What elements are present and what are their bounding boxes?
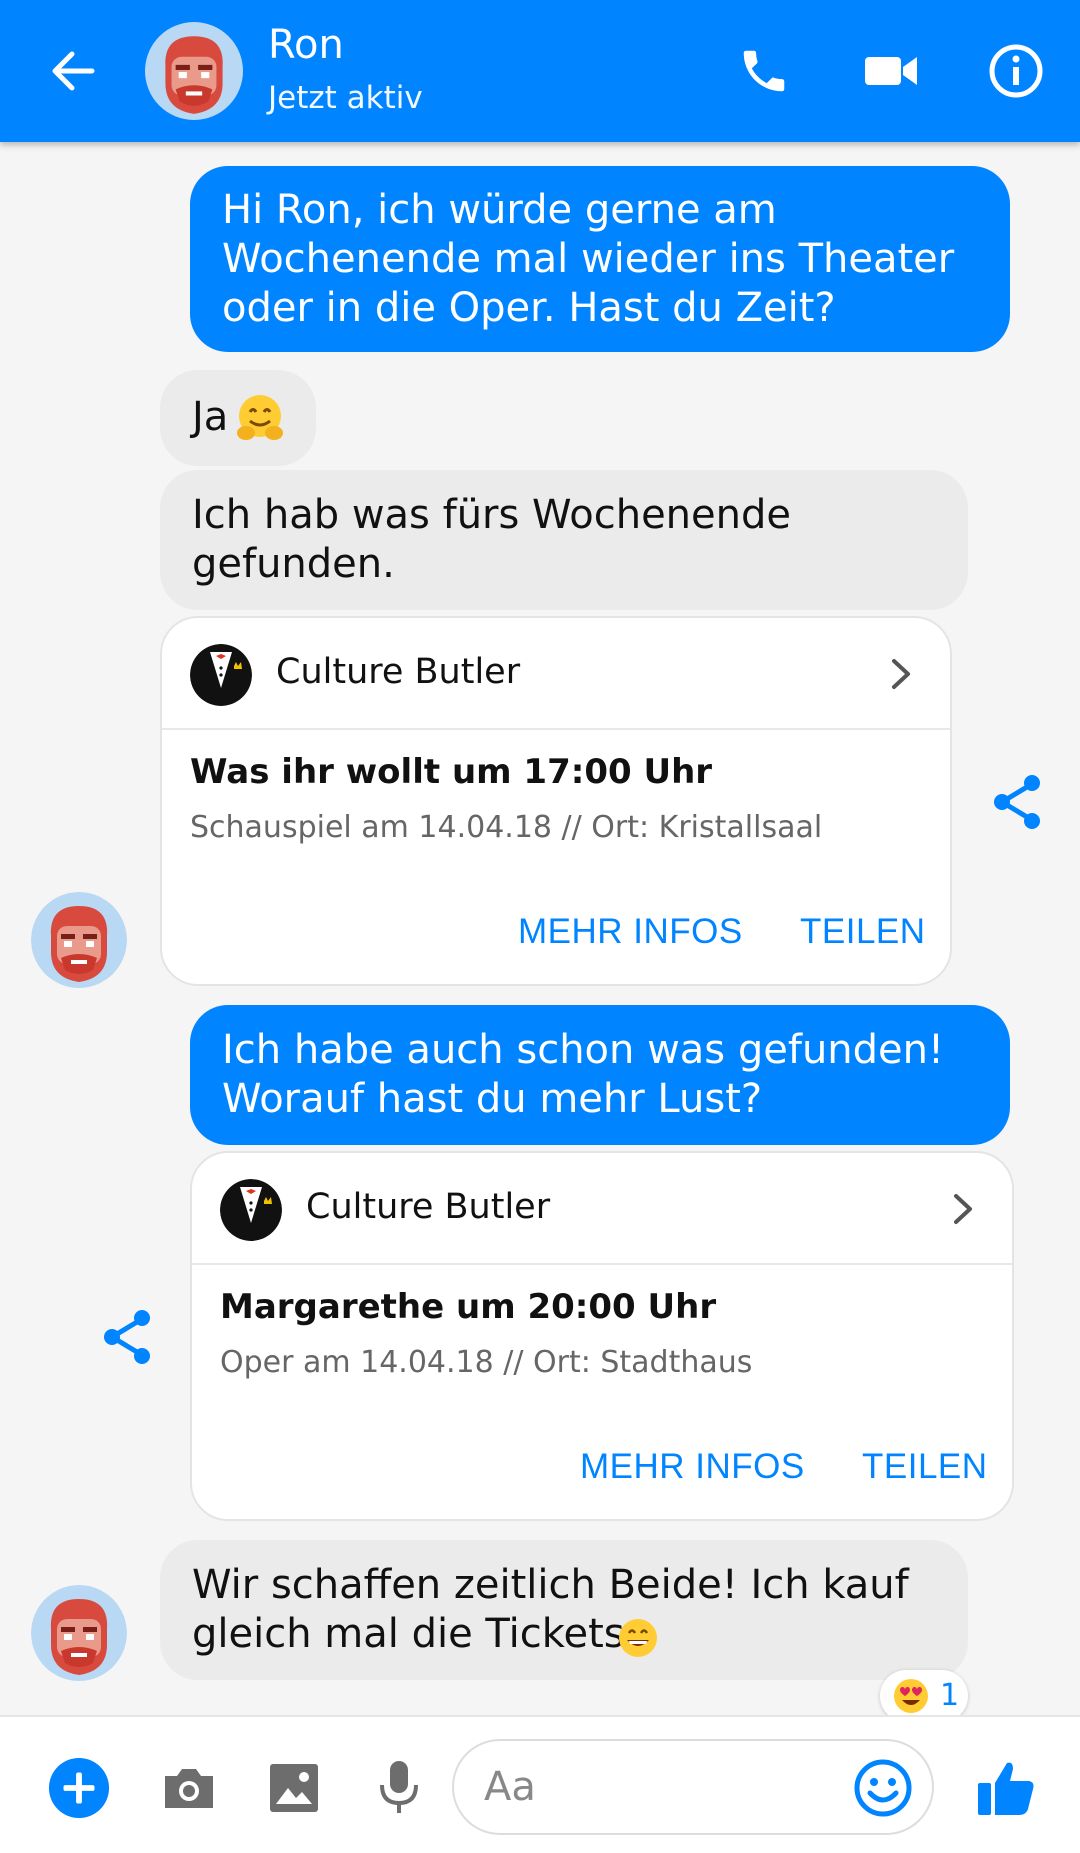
chevron-right-icon[interactable] xyxy=(948,1191,978,1227)
active-status: Jetzt aktiv xyxy=(268,80,423,116)
contact-avatar[interactable] xyxy=(31,1585,127,1681)
composer-bar xyxy=(0,1715,1080,1853)
more-info-button[interactable]: MEHR INFOS xyxy=(580,1447,805,1487)
message-text: Ja xyxy=(192,394,229,440)
event-title: Margarethe um 20:00 Uhr xyxy=(220,1287,717,1327)
contact-avatar[interactable] xyxy=(145,22,243,120)
grinning-emoji xyxy=(616,1616,660,1660)
event-subtitle: Schauspiel am 14.04.18 // Ort: Kristalls… xyxy=(190,810,823,845)
message-line: Hi Ron, ich würde gerne am xyxy=(222,187,777,233)
card-sender-name: Culture Butler xyxy=(306,1187,551,1227)
message-line: gefunden. xyxy=(192,541,395,587)
incoming-message[interactable]: Ich hab was fürs Wochenende gefunden. xyxy=(160,470,968,610)
chevron-right-icon[interactable] xyxy=(886,656,916,692)
message-line: Worauf hast du mehr Lust? xyxy=(222,1076,763,1122)
message-line: Ich habe auch schon was gefunden! xyxy=(222,1027,945,1073)
add-icon[interactable] xyxy=(48,1757,110,1819)
contact-name: Ron xyxy=(268,22,344,68)
video-call-icon[interactable] xyxy=(860,40,922,102)
message-line: oder in die Oper. Hast du Zeit? xyxy=(222,285,836,331)
heart-eyes-emoji-icon xyxy=(892,1677,930,1715)
incoming-message[interactable]: Ja xyxy=(160,370,316,466)
thumbs-up-icon[interactable] xyxy=(975,1757,1037,1819)
share-icon[interactable] xyxy=(100,1308,154,1366)
outgoing-message[interactable]: Ich habe auch schon was gefunden! Worauf… xyxy=(190,1005,1010,1145)
gallery-icon[interactable] xyxy=(263,1757,325,1819)
message-input-container[interactable] xyxy=(452,1739,934,1835)
emoji-icon[interactable] xyxy=(852,1757,914,1819)
more-info-button[interactable]: MEHR INFOS xyxy=(518,912,743,952)
share-button[interactable]: TEILEN xyxy=(862,1447,988,1487)
event-title: Was ihr wollt um 17:00 Uhr xyxy=(190,752,713,792)
conversation-header: Ron Jetzt aktiv xyxy=(0,0,1080,142)
message-input[interactable] xyxy=(484,1759,824,1815)
camera-icon[interactable] xyxy=(158,1757,220,1819)
event-card: Culture Butler Margarethe um 20:00 Uhr O… xyxy=(190,1151,1014,1521)
hugging-face-emoji xyxy=(234,392,286,444)
culture-butler-logo xyxy=(190,644,252,706)
message-line: Ich hab was fürs Wochenende xyxy=(192,492,791,538)
message-line: Wir schaffen zeitlich Beide! Ich kauf xyxy=(192,1562,909,1608)
card-header[interactable]: Culture Butler xyxy=(162,618,950,730)
info-icon[interactable] xyxy=(985,40,1047,102)
back-arrow-icon[interactable] xyxy=(46,44,100,98)
culture-butler-logo xyxy=(220,1179,282,1241)
incoming-message[interactable]: Wir schaffen zeitlich Beide! Ich kauf gl… xyxy=(160,1540,968,1680)
contact-avatar[interactable] xyxy=(31,892,127,988)
card-sender-name: Culture Butler xyxy=(276,652,521,692)
message-line: gleich mal die Tickets. xyxy=(192,1611,638,1657)
message-line: Wochenende mal wieder ins Theater xyxy=(222,236,955,282)
share-icon[interactable] xyxy=(990,773,1044,831)
phone-icon[interactable] xyxy=(733,40,795,102)
event-card: Culture Butler Was ihr wollt um 17:00 Uh… xyxy=(160,616,952,986)
reaction-count: 1 xyxy=(940,1678,960,1713)
share-button[interactable]: TEILEN xyxy=(800,912,926,952)
card-header[interactable]: Culture Butler xyxy=(192,1153,1012,1265)
microphone-icon[interactable] xyxy=(368,1757,430,1819)
outgoing-message[interactable]: Hi Ron, ich würde gerne am Wochenende ma… xyxy=(190,166,1010,352)
event-subtitle: Oper am 14.04.18 // Ort: Stadthaus xyxy=(220,1345,753,1380)
